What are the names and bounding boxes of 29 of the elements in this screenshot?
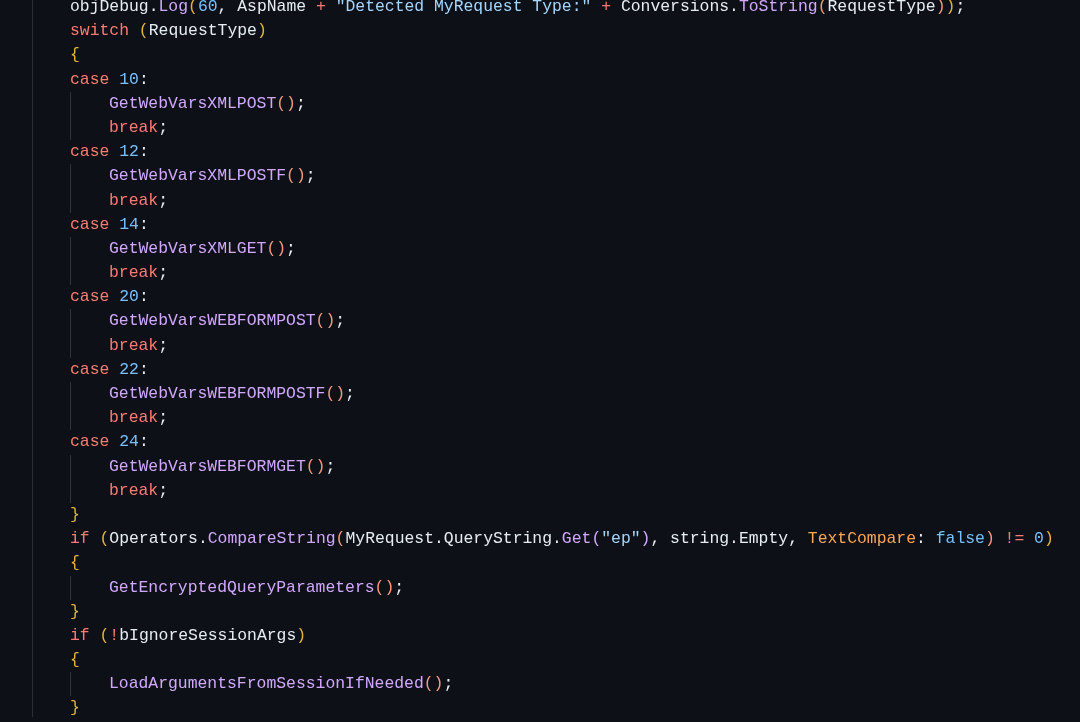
code-line: } [70,697,80,720]
code-line: } [70,503,80,526]
code-line: break; [109,407,169,430]
code-line: if (!bIgnoreSessionArgs) [70,624,307,647]
code-line: { [70,649,80,672]
code-line: GetWebVarsXMLPOSTF(); [109,165,316,188]
code-line: break; [109,189,169,212]
code-line: break; [109,479,169,502]
code-line: GetWebVarsWEBFORMGET(); [109,455,336,478]
code-line: break; [109,262,169,285]
code-line: break; [109,334,169,357]
code-line: } [70,600,80,623]
code-line: case 20: [70,286,149,309]
code-line: break; [109,116,169,139]
code-line: LoadArgumentsFromSessionIfNeeded(); [109,673,454,696]
code-line: switch (RequestType) [70,20,267,43]
code-line: { [70,552,80,575]
code-line: case 10: [70,68,149,91]
code-line: GetWebVarsWEBFORMPOSTF(); [109,383,355,405]
code-line: GetWebVarsWEBFORMPOST(); [109,310,346,333]
code-line: if (Operators.CompareString(MyRequest.QueryString.Get("ep"), string.Empty, TextCompare: false) != 0) [70,528,1054,551]
code-line: { [70,44,80,67]
code-line: GetEncryptedQueryParameters(); [109,576,405,599]
code-line: case 12: [70,141,149,164]
code-line: case 22: [70,358,149,381]
code-line: GetWebVarsXMLGET(); [109,237,296,260]
code-line: case 24: [70,431,149,454]
code-line: GetWebVarsXMLPOST(); [109,92,306,115]
code-line: case 14: [70,213,149,236]
